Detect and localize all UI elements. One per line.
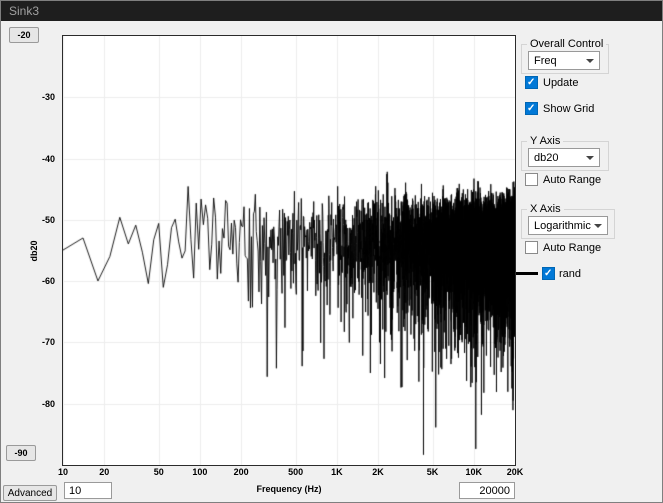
y-axis-dropdown[interactable]: db20 [528,148,600,167]
x-tick-label: 500 [288,467,303,478]
x-tick-label: 50 [154,467,164,478]
x-auto-range-row: Auto Range [525,241,601,254]
chevron-down-icon [594,224,602,228]
update-row: Update [525,76,578,89]
y-tick-label: -60 [42,275,55,287]
window-title: Sink3 [9,4,39,18]
x-axis-dropdown[interactable]: Logarithmic [528,216,608,235]
y-axis-ticks: -30 -40 -50 -60 -70 -80 [1,36,58,465]
overall-control-group-label: Overall Control [527,37,606,51]
legend-rand-checkbox[interactable] [542,267,555,280]
x-max-input[interactable] [459,482,515,499]
update-checkbox[interactable] [525,76,538,89]
y-auto-range-row: Auto Range [525,173,601,186]
y-tick-label: -30 [42,91,55,103]
plot-area[interactable] [62,35,516,466]
x-tick-label: 10K [466,467,483,478]
x-auto-range-label: Auto Range [543,242,601,254]
y-auto-range-label: Auto Range [543,174,601,186]
y-tick-label: -80 [42,398,55,410]
x-axis-ticks: 1020501002005001K2K5K10K20K [63,467,515,479]
x-tick-label: 5K [427,467,439,478]
x-tick-label: 2K [372,467,384,478]
x-tick-label: 1K [331,467,343,478]
x-tick-label: 200 [234,467,249,478]
x-tick-label: 100 [192,467,207,478]
spectrum-trace-canvas [63,36,515,465]
x-axis-group-label: X Axis [527,202,564,216]
y-tick-label: -50 [42,214,55,226]
overall-control-dropdown[interactable]: Freq [528,51,600,70]
x-tick-label: 10 [58,467,68,478]
x-tick-label: 20 [99,467,109,478]
show-grid-label: Show Grid [543,103,594,115]
y-axis-group-label: Y Axis [527,134,563,148]
x-axis-group: X Axis Logarithmic [521,209,615,239]
y-tick-label: -70 [42,336,55,348]
y-tick-label: -40 [42,153,55,165]
y-axis-dropdown-value: db20 [534,152,558,164]
update-label: Update [543,77,578,89]
x-min-input[interactable] [64,482,112,499]
show-grid-checkbox[interactable] [525,102,538,115]
sink-window: Sink3 -20 -90 db20 -30-40-50-60-70-80 10… [0,0,663,503]
y-axis-group: Y Axis db20 [521,141,609,171]
x-axis-label: Frequency (Hz) [256,484,321,494]
advanced-button[interactable]: Advanced [3,485,57,501]
legend-line-swatch [516,272,538,275]
legend-row: rand [516,267,581,280]
x-tick-label: 20K [507,467,524,478]
x-auto-range-checkbox[interactable] [525,241,538,254]
y-auto-range-checkbox[interactable] [525,173,538,186]
legend-series-label: rand [559,268,581,280]
overall-control-value: Freq [534,55,557,67]
chevron-down-icon [586,59,594,63]
show-grid-row: Show Grid [525,102,594,115]
chevron-down-icon [586,156,594,160]
x-axis-dropdown-value: Logarithmic [534,220,591,232]
overall-control-group: Overall Control Freq [521,44,609,74]
titlebar[interactable]: Sink3 [1,1,662,21]
